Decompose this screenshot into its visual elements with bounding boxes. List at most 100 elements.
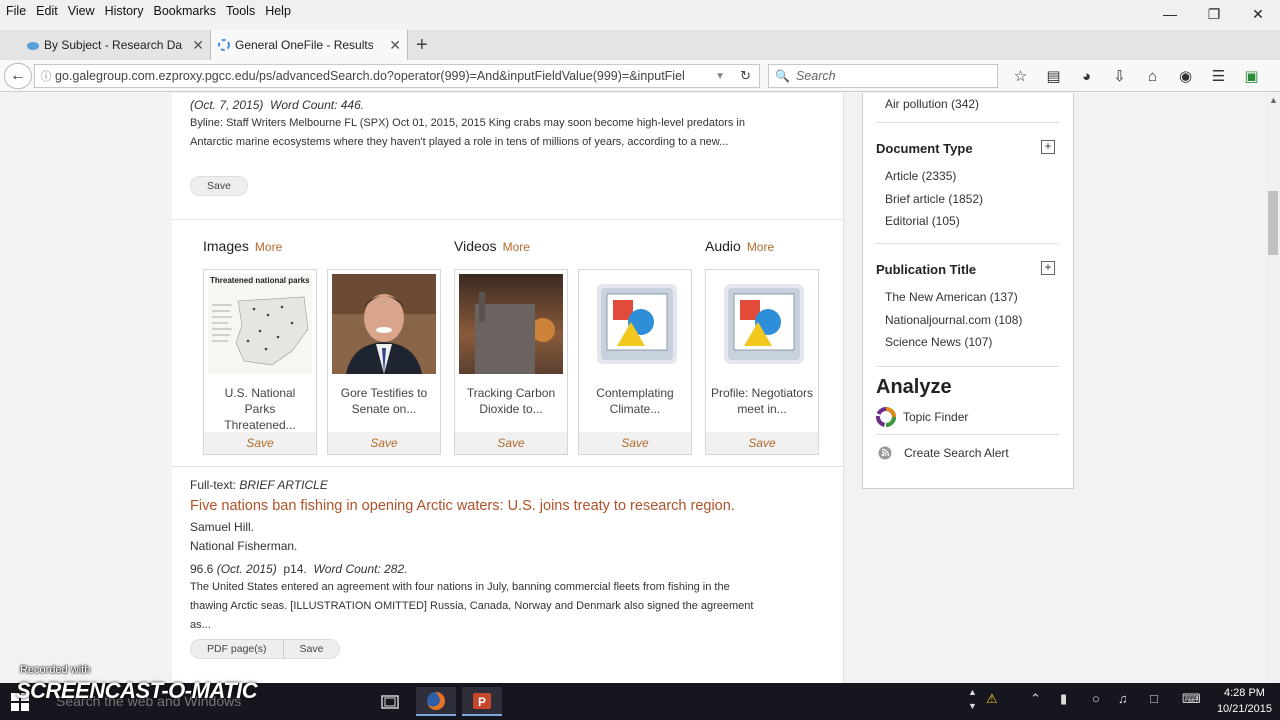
search-icon: 🔍 [775, 69, 790, 83]
media-save-link[interactable]: Save [204, 432, 316, 454]
media-caption[interactable]: Contemplating Climate... [583, 385, 687, 417]
filter-air-pollution[interactable]: Air pollution (342) [885, 97, 979, 111]
bookmark-star-icon[interactable]: ☆ [1004, 67, 1037, 85]
url-text[interactable]: go.galegroup.com.ezproxy.pgcc.edu/ps/adv… [55, 69, 711, 83]
wifi-icon[interactable]: ○ [1092, 691, 1100, 706]
close-tab-icon[interactable]: ✕ [192, 37, 204, 54]
images-more-link[interactable]: More [255, 240, 282, 254]
expand-plus-icon[interactable]: + [1041, 140, 1055, 154]
media-card-image[interactable]: Gore Testifies to Senate on... Save [327, 269, 441, 455]
videos-heading: Videos More [454, 238, 530, 254]
tab-title: By Subject - Research Dat... [44, 38, 182, 52]
media-caption[interactable]: Tracking Carbon Dioxide to... [459, 385, 563, 417]
reading-list-icon[interactable]: ▤ [1037, 67, 1070, 85]
minimize-icon[interactable]: — [1148, 0, 1192, 28]
warning-tray-icon[interactable]: ⚠ [986, 691, 998, 707]
tab-general-onefile[interactable]: General OneFile - Results -... ✕ [210, 30, 408, 60]
svg-text:P: P [478, 695, 486, 709]
task-view-icon[interactable] [370, 687, 410, 716]
media-save-link[interactable]: Save [579, 432, 691, 454]
show-hidden-icons[interactable]: ⌃ [1030, 691, 1041, 707]
menu-help[interactable]: Help [265, 4, 291, 18]
portrait-graphic [332, 274, 436, 374]
save-button[interactable]: Save [284, 643, 340, 655]
video-thumbnail [459, 274, 563, 374]
maximize-icon[interactable]: ❐ [1192, 0, 1236, 28]
filter-editorial[interactable]: Editorial (105) [885, 214, 960, 228]
menu-bookmarks[interactable]: Bookmarks [153, 4, 216, 18]
download-icon[interactable]: ⇩ [1103, 67, 1136, 85]
fulltext-label: Full-text: [190, 478, 237, 492]
media-card-image[interactable]: Threatened national parks U.S. National … [203, 269, 317, 455]
volume-icon[interactable]: ♫ [1118, 691, 1128, 706]
media-save-link[interactable]: Save [706, 432, 818, 454]
tab-title: General OneFile - Results -... [235, 38, 373, 52]
system-clock[interactable]: 4:28 PM 10/21/2015 [1217, 685, 1272, 717]
battery-icon[interactable]: ▮ [1060, 691, 1067, 707]
placeholder-thumbnail [583, 274, 687, 374]
topic-finder-label: Topic Finder [903, 410, 969, 424]
notifications-icon[interactable]: □ [1150, 691, 1158, 706]
filter-brief-article[interactable]: Brief article (1852) [885, 192, 983, 206]
close-tab-icon[interactable]: ✕ [389, 37, 401, 54]
media-save-link[interactable]: Save [328, 432, 440, 454]
filter-new-american[interactable]: The New American (137) [885, 290, 1018, 304]
divider [172, 219, 844, 220]
result-snippet: Byline: Staff Writers Melbourne FL (SPX)… [190, 117, 745, 148]
pocket-icon[interactable]: ◕ [1070, 68, 1103, 85]
menu-history[interactable]: History [105, 4, 144, 18]
close-window-icon[interactable]: ✕ [1236, 0, 1280, 28]
new-tab-icon[interactable]: + [416, 34, 428, 57]
site-info-icon[interactable]: ⓘ [37, 68, 55, 84]
power-plant-graphic [459, 274, 563, 374]
back-button[interactable]: ← [4, 63, 32, 89]
page-content: (Oct. 7, 2015) Word Count: 446. Byline: … [0, 93, 1266, 683]
menu-edit[interactable]: Edit [36, 4, 58, 18]
pdf-pages-button[interactable]: PDF page(s) [191, 643, 283, 655]
word-count: Word Count: 282. [313, 562, 408, 576]
hamburger-menu-icon[interactable]: ☰ [1202, 67, 1235, 85]
search-input[interactable]: 🔍 Search [768, 64, 998, 88]
shapes-placeholder-icon [597, 284, 677, 364]
media-caption[interactable]: Profile: Negotiators meet in... [710, 385, 814, 417]
reload-icon[interactable]: ↻ [740, 68, 751, 84]
filter-nationaljournal[interactable]: Nationaljournal.com (108) [885, 313, 1022, 327]
media-card-audio[interactable]: Profile: Negotiators meet in... Save [705, 269, 819, 455]
page-scrollbar[interactable]: ▲ [1266, 93, 1280, 683]
scroll-up-icon[interactable]: ▲ [1269, 95, 1278, 105]
home-icon[interactable]: ⌂ [1136, 68, 1169, 85]
images-heading: Images More [203, 238, 282, 254]
media-caption[interactable]: Gore Testifies to Senate on... [332, 385, 436, 417]
scrollbar-thumb[interactable] [1268, 191, 1278, 255]
url-dropdown-icon[interactable]: ▼ [715, 71, 725, 82]
expand-plus-icon[interactable]: + [1041, 261, 1055, 275]
divider [876, 434, 1059, 435]
filter-article[interactable]: Article (2335) [885, 169, 956, 183]
menu-tools[interactable]: Tools [226, 4, 255, 18]
filter-sidebar: Air pollution (342) Document Type + Arti… [862, 93, 1074, 489]
firefox-taskbar-icon[interactable] [416, 687, 456, 716]
tray-scroll-icon[interactable]: ▲ ▼ [968, 685, 977, 713]
filter-science-news[interactable]: Science News (107) [885, 335, 992, 349]
media-card-video[interactable]: Tracking Carbon Dioxide to... Save [454, 269, 568, 455]
extension-icon[interactable]: ▣ [1235, 67, 1268, 85]
article-title-link[interactable]: Five nations ban fishing in opening Arct… [190, 498, 735, 514]
create-search-alert-link[interactable]: Create Search Alert [878, 446, 1009, 460]
chat-icon[interactable]: ◉ [1169, 67, 1202, 85]
address-bar[interactable]: ⓘ go.galegroup.com.ezproxy.pgcc.edu/ps/a… [34, 64, 760, 88]
shapes-placeholder-icon [724, 284, 804, 364]
keyboard-icon[interactable]: ⌨ [1182, 691, 1201, 707]
topic-finder-link[interactable]: Topic Finder [876, 407, 968, 427]
publication-title-heading: Publication Title [876, 262, 977, 277]
tab-by-subject[interactable]: By Subject - Research Dat... ✕ [20, 30, 210, 60]
audio-more-link[interactable]: More [747, 240, 774, 254]
menu-file[interactable]: File [6, 4, 26, 18]
media-save-link[interactable]: Save [455, 432, 567, 454]
videos-more-link[interactable]: More [503, 240, 530, 254]
menu-view[interactable]: View [68, 4, 95, 18]
overflow-icon[interactable]: ≡ [1268, 68, 1280, 85]
media-card-video[interactable]: Contemplating Climate... Save [578, 269, 692, 455]
media-caption[interactable]: U.S. National Parks Threatened... [208, 385, 312, 433]
save-button[interactable]: Save [190, 176, 248, 196]
powerpoint-taskbar-icon[interactable]: P [462, 687, 502, 716]
